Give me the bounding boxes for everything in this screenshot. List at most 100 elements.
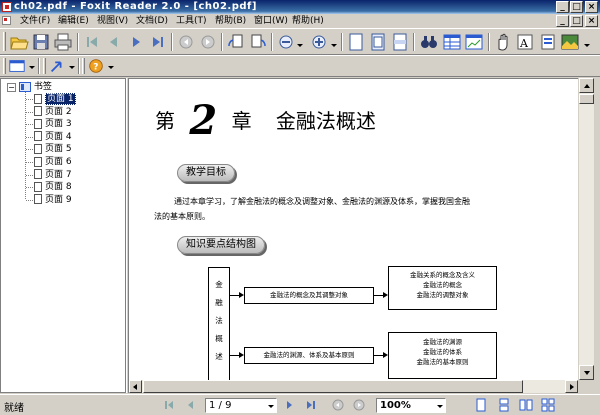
horizontal-scrollbar[interactable] <box>129 380 578 393</box>
last-page-icon[interactable] <box>148 32 168 52</box>
bookmark-item[interactable]: 页面 8 <box>34 181 72 193</box>
fit-page-icon[interactable] <box>368 32 388 52</box>
scroll-thumb[interactable] <box>579 94 594 104</box>
chevron-down-icon[interactable] <box>584 44 590 47</box>
menu-file[interactable]: 文件(F) <box>20 15 50 27</box>
save-icon[interactable] <box>31 32 51 52</box>
chart-view-icon[interactable] <box>464 32 484 52</box>
table-view-icon[interactable] <box>442 32 462 52</box>
next-page-icon[interactable] <box>126 32 146 52</box>
zoom-field[interactable]: 100% <box>376 398 446 413</box>
scroll-right-button[interactable] <box>565 380 578 393</box>
chevron-down-icon[interactable] <box>69 66 75 69</box>
previous-page-icon[interactable] <box>104 32 124 52</box>
rotate-left-icon[interactable] <box>226 32 246 52</box>
menu-tools[interactable]: 工具(T) <box>176 15 207 27</box>
menu-help-b[interactable]: 帮助(B) <box>215 15 246 27</box>
page-icon <box>34 156 42 167</box>
chevron-down-icon[interactable] <box>29 66 35 69</box>
toolbar-grip[interactable] <box>3 32 6 51</box>
bookmark-item[interactable]: 页面 3 <box>34 118 72 130</box>
maximize-button[interactable]: □ <box>570 1 583 13</box>
fit-width-icon[interactable] <box>390 32 410 52</box>
bookmark-item[interactable]: 页面 7 <box>34 169 72 181</box>
zoom-in-icon[interactable] <box>309 32 329 52</box>
find-binoculars-icon[interactable] <box>419 32 439 52</box>
continuous-facing-icon[interactable] <box>541 398 555 412</box>
facing-icon[interactable] <box>519 398 533 412</box>
snapshot-icon[interactable] <box>538 32 558 52</box>
chevron-down-icon[interactable] <box>108 66 114 69</box>
scroll-down-button[interactable] <box>579 365 594 380</box>
bookmark-root[interactable]: 书签 <box>19 81 52 93</box>
minimize-button[interactable]: _ <box>556 1 569 13</box>
continuous-icon[interactable] <box>497 398 511 412</box>
collapse-toggle[interactable]: − <box>7 83 16 92</box>
select-arrow-icon[interactable] <box>48 57 66 75</box>
zoom-out-icon[interactable] <box>276 32 296 52</box>
chevron-down-icon[interactable] <box>297 44 303 47</box>
chevron-down-icon[interactable] <box>437 405 443 408</box>
bookmark-item[interactable]: 页面 2 <box>34 106 72 118</box>
document-view[interactable]: 第 2 章 金融法概述 教学目标 通过本章学习，了解金融法的概念及调整对象、金融… <box>129 78 578 380</box>
help-icon[interactable]: ? <box>87 57 105 75</box>
text-select-icon[interactable]: A <box>515 32 535 52</box>
svg-text:A: A <box>519 37 529 50</box>
menu-document[interactable]: 文档(D) <box>136 15 168 27</box>
previous-page-icon[interactable] <box>183 398 197 412</box>
back-icon[interactable] <box>331 398 345 412</box>
menu-help[interactable]: 帮助(H) <box>292 15 324 27</box>
bookmark-item-label: 页面 7 <box>45 169 72 180</box>
page-icon <box>34 181 42 192</box>
page-icon <box>34 118 42 129</box>
page-number-field[interactable]: 1 / 9 <box>205 398 277 413</box>
first-page-icon[interactable] <box>162 398 176 412</box>
page-icon <box>34 131 42 142</box>
bookmark-item[interactable]: 页面 9 <box>34 194 72 206</box>
menu-edit[interactable]: 编辑(E) <box>58 15 89 27</box>
chevron-down-icon[interactable] <box>268 405 274 408</box>
secondary-toolbar: ? <box>0 55 600 77</box>
rotate-right-icon[interactable] <box>248 32 268 52</box>
forward-icon[interactable] <box>352 398 366 412</box>
scroll-up-button[interactable] <box>579 78 594 93</box>
mdi-minimize-button[interactable]: _ <box>556 15 569 27</box>
chevron-down-icon[interactable] <box>331 44 337 47</box>
actual-size-icon[interactable] <box>346 32 366 52</box>
bookmark-pane-icon[interactable] <box>8 57 26 75</box>
bookmark-item[interactable]: 页面 5 <box>34 143 72 155</box>
chapter-suffix: 章 <box>231 109 252 133</box>
toolbar-grip[interactable] <box>3 58 6 74</box>
hand-tool-icon[interactable] <box>493 32 513 52</box>
menu-window[interactable]: 窗口(W) <box>254 15 288 27</box>
size-grip[interactable] <box>578 380 594 393</box>
bookmark-item[interactable]: 页面 1 <box>34 93 76 105</box>
forward-icon[interactable] <box>198 32 218 52</box>
scroll-left-button[interactable] <box>129 380 142 393</box>
bookmark-item-label: 页面 2 <box>45 106 72 117</box>
last-page-icon[interactable] <box>304 398 318 412</box>
next-page-icon[interactable] <box>283 398 297 412</box>
back-icon[interactable] <box>176 32 196 52</box>
bookmark-item[interactable]: 页面 6 <box>34 156 72 168</box>
toolbar-grip[interactable] <box>43 58 46 74</box>
single-page-icon[interactable] <box>474 398 488 412</box>
first-page-icon[interactable] <box>82 32 102 52</box>
document-icon[interactable] <box>2 16 11 25</box>
open-folder-icon[interactable] <box>9 32 29 52</box>
image-tool-icon[interactable] <box>560 32 580 52</box>
menu-view[interactable]: 视图(V) <box>97 15 128 27</box>
mdi-restore-button[interactable]: □ <box>570 15 583 27</box>
print-icon[interactable] <box>53 32 73 52</box>
page-indicator: 1 / 9 <box>209 400 232 411</box>
zoom-value: 100% <box>380 400 411 411</box>
section-heading-objectives: 教学目标 <box>177 164 235 182</box>
bookmark-item[interactable]: 页面 4 <box>34 131 72 143</box>
mdi-close-button[interactable]: × <box>585 15 598 27</box>
horizontal-scroll-thumb[interactable] <box>143 380 523 393</box>
vertical-scrollbar[interactable] <box>578 78 594 380</box>
title-bar[interactable]: ch02.pdf - Foxit Reader 2.0 - [ch02.pdf]… <box>0 0 600 14</box>
chapter-heading: 第 2 章 金融法概述 <box>155 97 376 144</box>
close-button[interactable]: × <box>585 1 598 13</box>
toolbar-grip[interactable] <box>82 58 85 74</box>
